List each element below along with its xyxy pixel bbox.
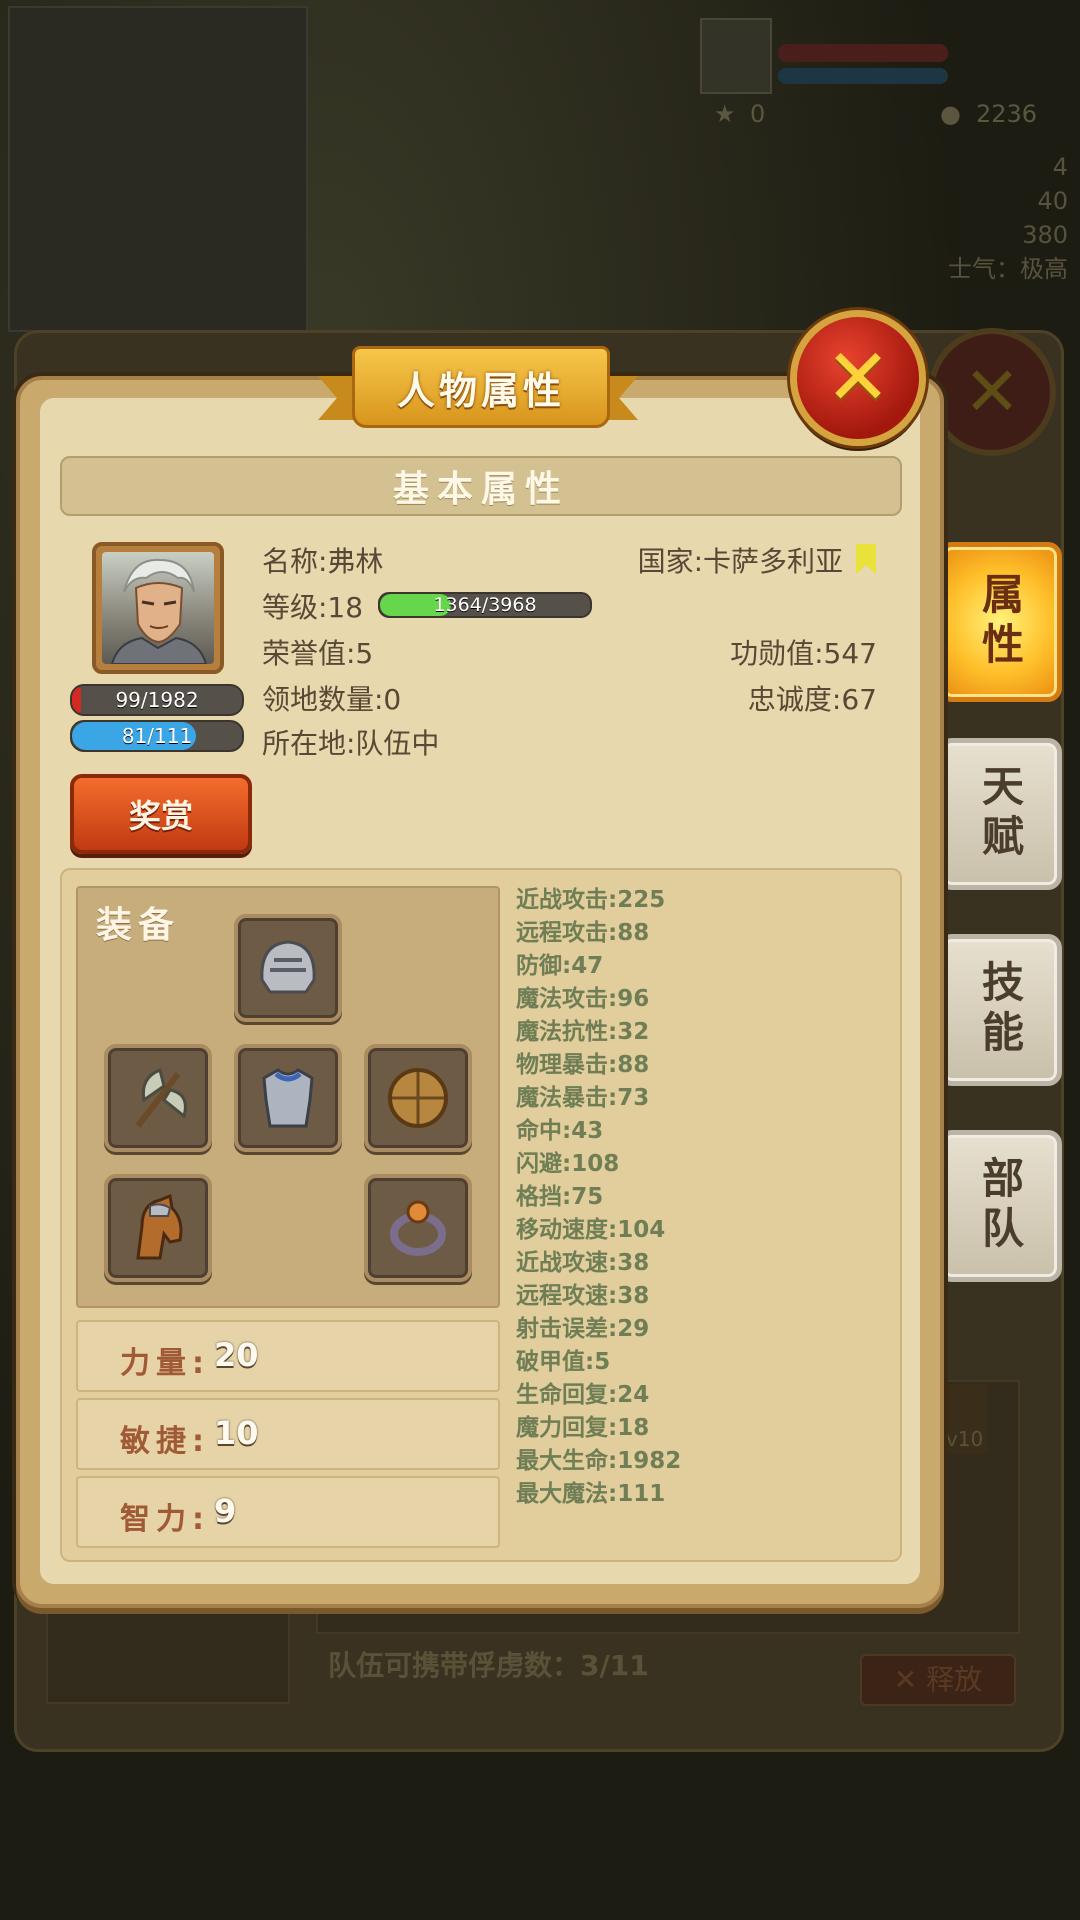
equipment-title: 装备 bbox=[96, 905, 181, 946]
honor-value: 荣誉值:5 bbox=[262, 637, 374, 670]
reward-button[interactable]: 奖赏 bbox=[70, 774, 252, 854]
character-portrait[interactable] bbox=[92, 542, 224, 674]
character-level: 等级:18 bbox=[262, 591, 364, 624]
player-info: ★ 0 ● 2236 bbox=[700, 18, 1060, 128]
section-title: 基本属性 bbox=[392, 469, 569, 510]
close-icon: ✕ bbox=[963, 352, 1021, 432]
exp-text: 1364/3968 bbox=[433, 594, 537, 616]
ribbon-body: 人物属性 bbox=[352, 346, 610, 428]
loyalty-value: 忠诚度:67 bbox=[747, 683, 877, 716]
country: 国家:卡萨多利亚 bbox=[637, 545, 843, 578]
horse-icon bbox=[120, 1190, 196, 1266]
stat-line: 远程攻击:88 bbox=[516, 920, 650, 946]
stat-line: 格挡:75 bbox=[516, 1184, 604, 1210]
panel-title: 人物属性 bbox=[396, 368, 565, 413]
underlying-close-button[interactable]: ✕ bbox=[928, 328, 1056, 456]
exp-bar: 1364/3968 bbox=[378, 592, 592, 618]
merit-value: 功勋值:547 bbox=[730, 637, 877, 670]
attribute-agility: 敏捷: 10 bbox=[76, 1398, 500, 1470]
attribute-value: 10 bbox=[214, 1414, 259, 1452]
stat-line: 破甲值:5 bbox=[516, 1349, 611, 1375]
hp-text: 99/1982 bbox=[115, 688, 199, 712]
helmet-icon bbox=[250, 930, 326, 1006]
reward-label: 奖赏 bbox=[128, 797, 193, 835]
player-avatar[interactable] bbox=[700, 18, 772, 94]
hp-bar: 99/1982 bbox=[70, 684, 244, 716]
player-hp-bar bbox=[778, 44, 948, 62]
portrait-icon bbox=[102, 552, 214, 665]
side-stat: 40 bbox=[1037, 187, 1068, 215]
axe-icon bbox=[120, 1060, 196, 1136]
prisoner-capacity: 队伍可携带俘虏数：3/11 bbox=[328, 1649, 649, 1682]
tab-skills[interactable]: 技能 bbox=[938, 934, 1062, 1086]
stat-line: 近战攻速:38 bbox=[516, 1250, 650, 1276]
release-label: 释放 bbox=[926, 1663, 983, 1696]
tab-talent[interactable]: 天赋 bbox=[938, 738, 1062, 890]
side-stats: 4 40 380 士气：极高 bbox=[918, 150, 1068, 290]
character-name: 名称:弗林 bbox=[262, 545, 384, 578]
armor-icon bbox=[250, 1060, 326, 1136]
tab-attributes[interactable]: 属性 bbox=[938, 542, 1062, 702]
equip-slot-mount[interactable] bbox=[104, 1174, 212, 1282]
basic-attributes-header: 基本属性 bbox=[60, 456, 902, 516]
title-ribbon: 人物属性 bbox=[318, 340, 638, 434]
equip-slot-shield[interactable] bbox=[364, 1044, 472, 1152]
attribute-value: 9 bbox=[214, 1492, 237, 1530]
attribute-label: 敏捷: bbox=[120, 1424, 210, 1459]
attribute-strength: 力量: 20 bbox=[76, 1320, 500, 1392]
stat-line: 射击误差:29 bbox=[516, 1316, 650, 1342]
minimap[interactable] bbox=[8, 6, 308, 332]
stat-line: 最大魔法:111 bbox=[516, 1481, 666, 1507]
stat-line: 魔法抗性:32 bbox=[516, 1019, 650, 1045]
stat-line: 魔力回复:18 bbox=[516, 1415, 650, 1441]
stat-line: 物理暴击:88 bbox=[516, 1052, 650, 1078]
equip-slot-ring[interactable] bbox=[364, 1174, 472, 1282]
tab-label: 天赋 bbox=[975, 764, 1025, 864]
mp-bar: 81/111 bbox=[70, 720, 244, 752]
stat-line: 远程攻速:38 bbox=[516, 1283, 650, 1309]
attribute-value: 20 bbox=[214, 1336, 259, 1374]
close-button[interactable]: ✕ bbox=[790, 310, 926, 446]
stat-line: 近战攻击:225 bbox=[516, 887, 666, 913]
stat-line: 闪避:108 bbox=[516, 1151, 620, 1177]
release-button[interactable]: ✕ 释放 bbox=[860, 1654, 1016, 1706]
location: 所在地:队伍中 bbox=[262, 727, 440, 760]
attribute-label: 力量: bbox=[120, 1346, 210, 1381]
territory-count: 领地数量:0 bbox=[262, 683, 402, 716]
stat-line: 移动速度:104 bbox=[516, 1217, 666, 1243]
stat-line: 魔法攻击:96 bbox=[516, 986, 650, 1012]
player-resources: ★ 0 ● 2236 bbox=[700, 98, 1060, 132]
side-stat: 380 bbox=[1022, 221, 1068, 249]
ring-icon bbox=[380, 1190, 456, 1266]
attribute-intelligence: 智力: 9 bbox=[76, 1476, 500, 1548]
tab-label: 部队 bbox=[975, 1156, 1025, 1256]
gold-count: 2236 bbox=[976, 100, 1038, 128]
stat-line: 魔法暴击:73 bbox=[516, 1085, 650, 1111]
side-stat: 4 bbox=[1052, 153, 1068, 181]
stat-line: 最大生命:1982 bbox=[516, 1448, 682, 1474]
equip-slot-helmet[interactable] bbox=[234, 914, 342, 1022]
morale-stat: 士气：极高 bbox=[948, 255, 1068, 283]
tab-label: 属性 bbox=[975, 572, 1025, 672]
star-count: 0 bbox=[750, 100, 766, 128]
stat-line: 生命回复:24 bbox=[516, 1382, 650, 1408]
equip-slot-weapon[interactable] bbox=[104, 1044, 212, 1152]
tab-troops[interactable]: 部队 bbox=[938, 1130, 1062, 1282]
equip-slot-armor[interactable] bbox=[234, 1044, 342, 1152]
shield-icon bbox=[380, 1060, 456, 1136]
stat-line: 防御:47 bbox=[516, 953, 604, 979]
stat-line: 命中:43 bbox=[516, 1118, 604, 1144]
combat-stat-list: 近战攻击:225 远程攻击:88 防御:47 魔法攻击:96 魔法抗性:32 物… bbox=[516, 884, 681, 1511]
player-mp-bar bbox=[778, 68, 948, 84]
gold-icon: ● bbox=[940, 100, 961, 128]
close-icon: ✕ bbox=[825, 333, 891, 423]
mp-text: 81/111 bbox=[121, 724, 193, 748]
attribute-label: 智力: bbox=[120, 1502, 210, 1537]
star-icon: ★ bbox=[714, 100, 736, 128]
tab-label: 技能 bbox=[975, 960, 1025, 1060]
